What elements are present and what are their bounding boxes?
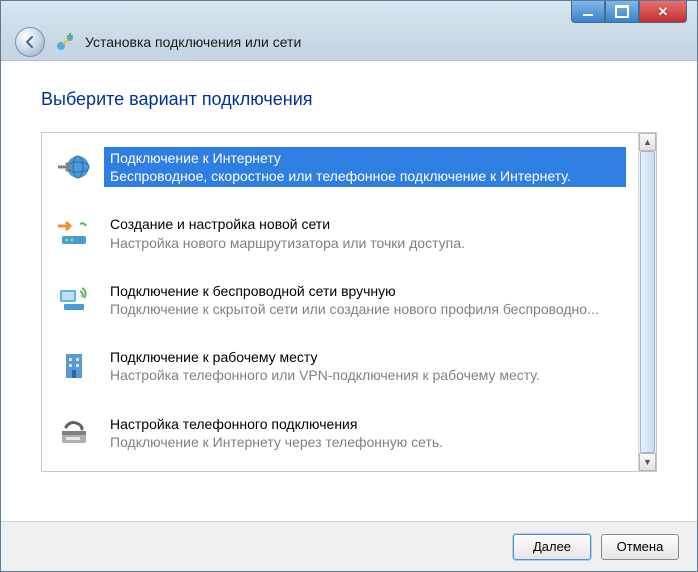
option-dialup[interactable]: Настройка телефонного подключения Подклю… (46, 407, 634, 459)
wizard-window: Установка подключения или сети Выберите … (0, 0, 698, 572)
next-button[interactable]: Далее (513, 534, 591, 560)
content-area: Выберите вариант подключения Подключение… (1, 61, 697, 511)
option-title: Подключение к Интернету (110, 149, 620, 167)
options-listbox: Подключение к Интернету Беспроводное, ск… (41, 132, 657, 472)
scrollbar[interactable]: ▲ ▼ (638, 133, 656, 471)
option-title: Настройка телефонного подключения (110, 415, 620, 433)
maximize-button[interactable] (605, 1, 639, 23)
option-desc: Настройка нового маршрутизатора или точк… (110, 234, 620, 252)
option-new-network[interactable]: Создание и настройка новой сети Настройк… (46, 207, 634, 259)
options-list: Подключение к Интернету Беспроводное, ск… (42, 133, 638, 471)
back-button[interactable] (15, 27, 45, 57)
main-heading: Выберите вариант подключения (41, 89, 657, 110)
scroll-thumb[interactable] (640, 151, 655, 453)
building-icon (54, 348, 94, 384)
globe-arrow-icon (54, 149, 94, 185)
scroll-up-button[interactable]: ▲ (639, 133, 656, 151)
option-desc: Подключение к Интернету через телефонную… (110, 433, 620, 451)
option-desc: Настройка телефонного или VPN-подключени… (110, 366, 620, 384)
router-icon (54, 216, 94, 252)
option-desc: Подключение к скрытой сети или создание … (110, 300, 620, 318)
option-title: Подключение к беспроводной сети вручную (110, 282, 620, 300)
window-title: Установка подключения или сети (85, 34, 301, 50)
option-title: Подключение к рабочему месту (110, 348, 620, 366)
minimize-button[interactable] (571, 1, 605, 23)
wireless-pc-icon (54, 282, 94, 318)
option-desc: Беспроводное, скоростное или телефонное … (110, 167, 620, 185)
option-title: Создание и настройка новой сети (110, 215, 620, 233)
close-button[interactable] (639, 1, 687, 23)
footer-bar: Далее Отмена (1, 521, 697, 571)
option-internet[interactable]: Подключение к Интернету Беспроводное, ск… (46, 141, 634, 193)
option-manual-wireless[interactable]: Подключение к беспроводной сети вручную … (46, 274, 634, 326)
phone-modem-icon (54, 415, 94, 451)
cancel-button[interactable]: Отмена (601, 534, 679, 560)
network-wizard-icon (55, 32, 75, 52)
scroll-down-button[interactable]: ▼ (639, 453, 656, 471)
option-workplace[interactable]: Подключение к рабочему месту Настройка т… (46, 340, 634, 392)
window-controls (571, 1, 687, 23)
